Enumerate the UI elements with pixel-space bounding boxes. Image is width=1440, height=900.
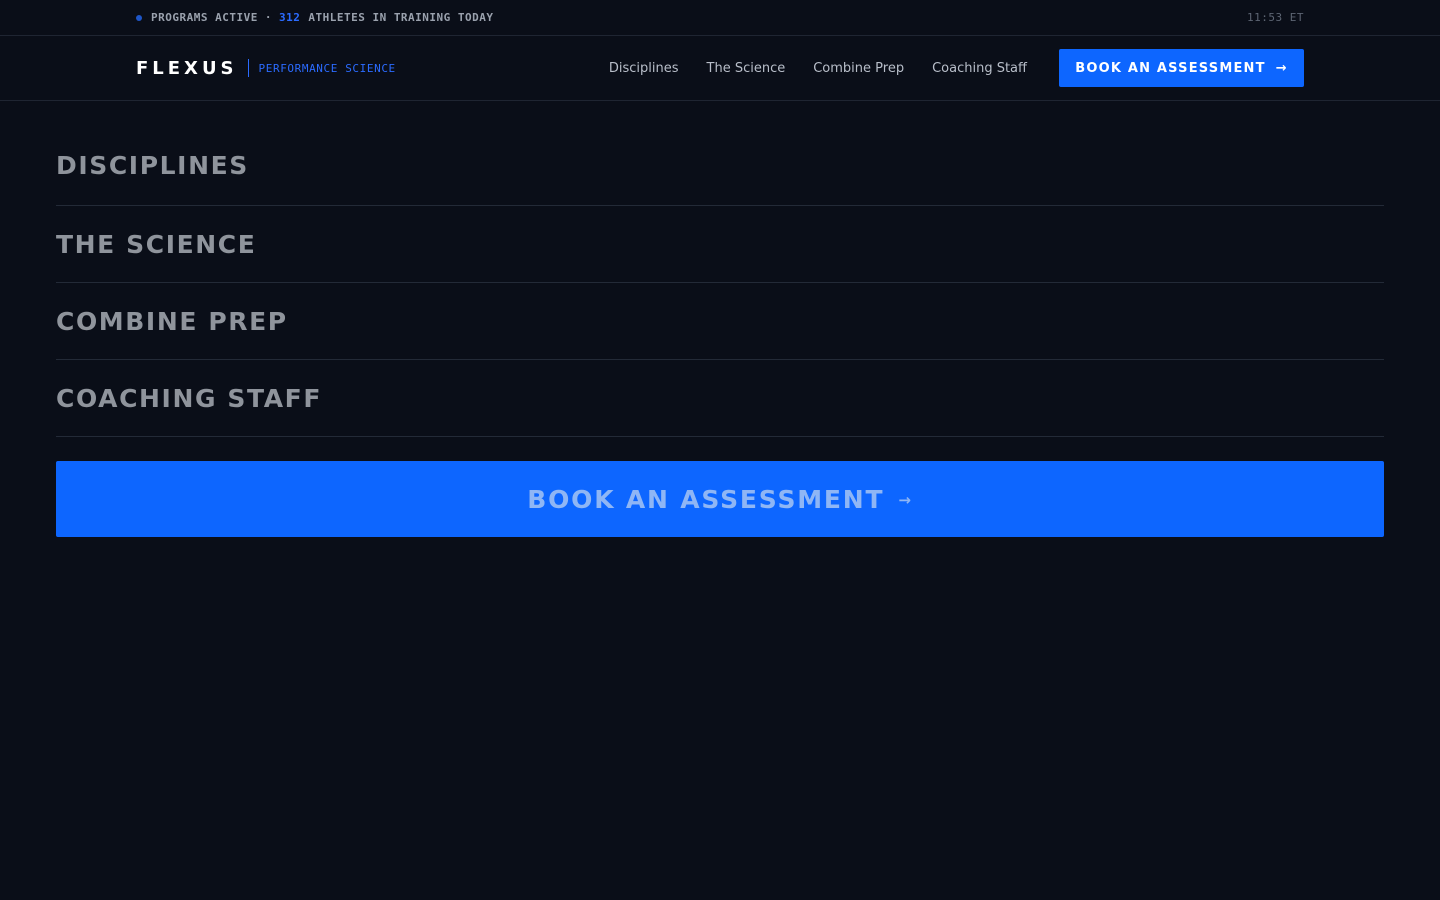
status-left: PROGRAMS ACTIVE · 312 ATHLETES IN TRAINI… bbox=[136, 0, 494, 35]
menu-item-coaching-staff[interactable]: COACHING STAFF bbox=[56, 360, 1384, 437]
status-clock: 11:53 ET bbox=[1247, 11, 1304, 24]
book-assessment-button[interactable]: BOOK AN ASSESSMENT → bbox=[1059, 49, 1304, 87]
nav-combine-prep[interactable]: Combine Prep bbox=[813, 61, 904, 76]
status-bar: PROGRAMS ACTIVE · 312 ATHLETES IN TRAINI… bbox=[0, 0, 1440, 36]
menu-book-assessment-label: BOOK AN ASSESSMENT bbox=[527, 484, 885, 514]
menu-item-disciplines[interactable]: DISCIPLINES bbox=[56, 128, 1384, 206]
nav-coaching-staff[interactable]: Coaching Staff bbox=[932, 61, 1027, 76]
book-assessment-label: BOOK AN ASSESSMENT bbox=[1075, 60, 1266, 76]
menu-item-the-science[interactable]: THE SCIENCE bbox=[56, 206, 1384, 283]
live-dot-icon bbox=[136, 15, 142, 21]
status-separator: · bbox=[264, 11, 272, 24]
main-nav: Disciplines The Science Combine Prep Coa… bbox=[609, 36, 1027, 100]
nav-the-science[interactable]: The Science bbox=[707, 61, 786, 76]
brand[interactable]: FLEXUS PERFORMANCE SCIENCE bbox=[136, 36, 396, 100]
arrow-right-icon: → bbox=[898, 491, 913, 509]
menu-item-combine-prep[interactable]: COMBINE PREP bbox=[56, 283, 1384, 360]
athletes-training-text: ATHLETES IN TRAINING TODAY bbox=[308, 11, 494, 24]
menu-book-assessment-button[interactable]: BOOK AN ASSESSMENT → bbox=[56, 461, 1384, 537]
programs-active-text: PROGRAMS ACTIVE bbox=[151, 11, 258, 24]
logo[interactable]: FLEXUS bbox=[136, 58, 238, 79]
nav-disciplines[interactable]: Disciplines bbox=[609, 61, 679, 76]
brand-tagline: PERFORMANCE SCIENCE bbox=[258, 61, 396, 75]
arrow-right-icon: → bbox=[1275, 60, 1288, 76]
brand-divider bbox=[247, 59, 249, 77]
mobile-menu: DISCIPLINES THE SCIENCE COMBINE PREP COA… bbox=[56, 128, 1384, 437]
athlete-count: 312 bbox=[278, 11, 301, 24]
site-header: FLEXUS PERFORMANCE SCIENCE Disciplines T… bbox=[0, 36, 1440, 101]
